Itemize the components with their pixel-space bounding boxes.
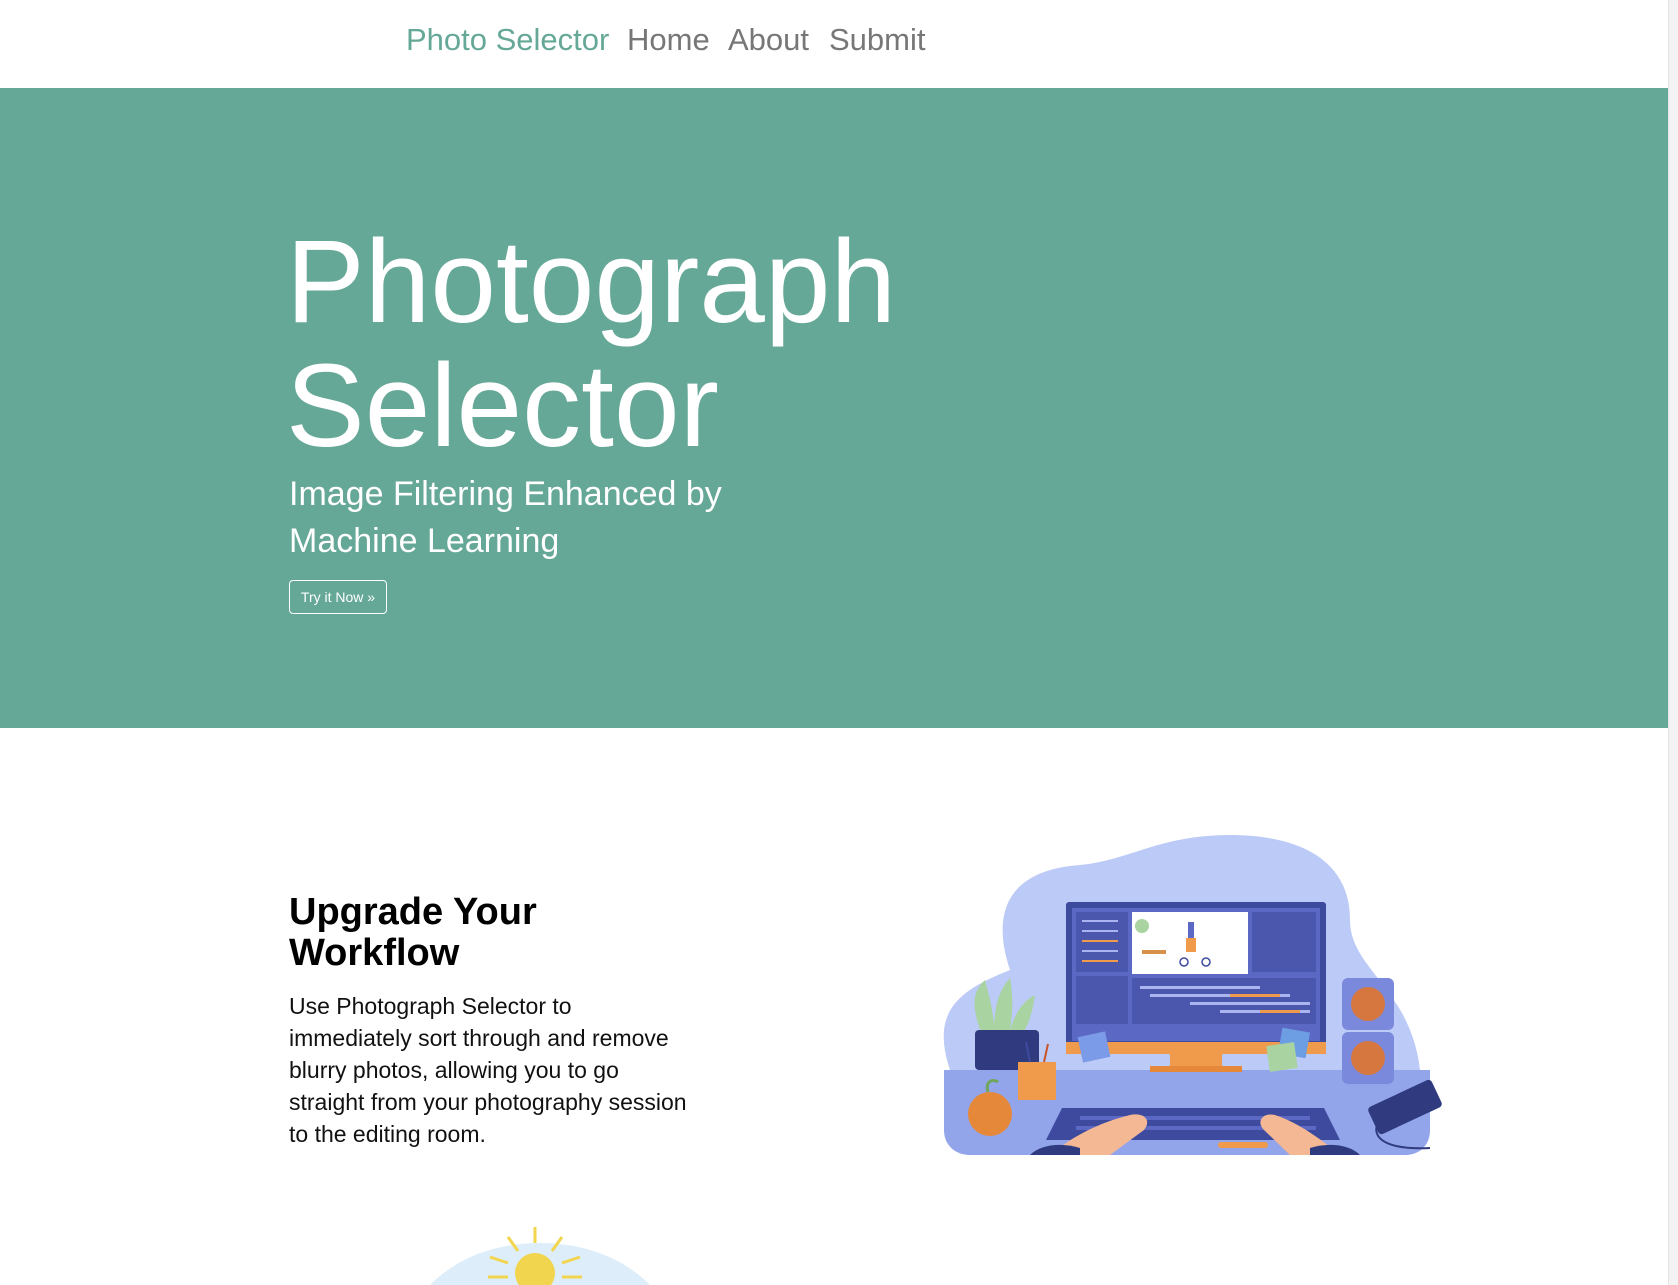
- nav-link-home[interactable]: Home: [627, 22, 710, 58]
- pencil-cup: [1018, 1062, 1056, 1100]
- feature-title: Upgrade Your Workflow: [289, 891, 537, 974]
- hero-banner: Photograph Selector Image Filtering Enha…: [0, 88, 1668, 728]
- top-navbar: Photo Selector Home About Submit: [0, 0, 1668, 88]
- monitor-stand: [1170, 1054, 1222, 1066]
- try-it-now-button[interactable]: Try it Now »: [289, 580, 387, 614]
- desk-computer-editing-illustration: [943, 835, 1442, 1155]
- timeline-panel: [1132, 978, 1316, 1024]
- nav-link-submit[interactable]: Submit: [829, 22, 925, 58]
- monitor-base: [1150, 1066, 1242, 1072]
- brand-link[interactable]: Photo Selector: [406, 22, 609, 58]
- hero-subtitle: Image Filtering Enhanced by Machine Lear…: [289, 475, 722, 560]
- hero-title: Photograph Selector: [286, 216, 897, 472]
- right-panel: [1252, 912, 1316, 972]
- page-scrollbar[interactable]: [1668, 0, 1678, 1285]
- left-panel-lower: [1076, 976, 1128, 1024]
- feature-description: Use Photograph Selector to immediately s…: [289, 993, 687, 1147]
- nav-link-about[interactable]: About: [728, 22, 809, 58]
- orange-fruit: [968, 1092, 1012, 1136]
- sun-sky-illustration: [430, 1227, 650, 1285]
